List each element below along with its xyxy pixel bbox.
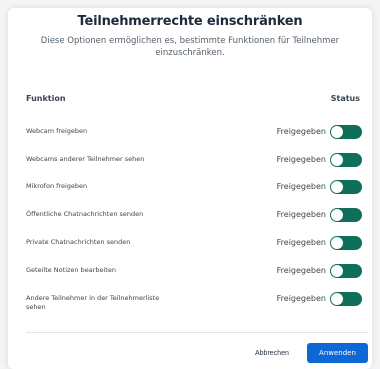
- toggle-knob: [331, 126, 343, 138]
- setting-label: Mikrofon freigeben: [26, 182, 88, 190]
- setting-status: Freigegeben: [276, 155, 326, 164]
- column-header-function: Funktion: [26, 94, 66, 103]
- setting-label: Geteilte Notizen bearbeiten: [26, 266, 116, 274]
- setting-row-microphone: Mikrofon freigeben Freigegeben: [26, 179, 368, 195]
- toggle-switch[interactable]: [330, 180, 362, 194]
- column-header-status: Status: [330, 94, 360, 103]
- cancel-button[interactable]: Abbrechen: [255, 350, 289, 357]
- setting-status: Freigegeben: [276, 238, 326, 247]
- setting-label-line-2: sehen: [26, 303, 46, 311]
- setting-row-webcam: Webcam freigeben Freigegeben: [26, 124, 368, 140]
- setting-row-user-list: Andere Teilnehmer in der Teilnehmerliste…: [26, 291, 368, 315]
- toggle-switch[interactable]: [330, 292, 362, 306]
- description-line-2: einzuschränken.: [155, 47, 225, 58]
- setting-row-see-other-webcams: Webcams anderer Teilnehmer sehen Freigeg…: [26, 152, 368, 168]
- toggle-switch[interactable]: [330, 264, 362, 278]
- dialog-title: Teilnehmerrechte einschränken: [77, 14, 303, 29]
- toggle-switch[interactable]: [330, 236, 362, 250]
- dialog-description: Diese Optionen ermöglichen es, bestimmte…: [32, 36, 348, 59]
- setting-status: Freigegeben: [276, 266, 326, 275]
- toggle-switch[interactable]: [330, 153, 362, 167]
- footer-divider: [26, 332, 368, 333]
- setting-status: Freigegeben: [276, 127, 326, 136]
- setting-status: Freigegeben: [276, 210, 326, 219]
- toggle-switch[interactable]: [330, 208, 362, 222]
- setting-row-private-chat: Private Chatnachrichten senden Freigegeb…: [26, 235, 368, 251]
- setting-label-line-1: Andere Teilnehmer in der Teilnehmerliste: [26, 294, 160, 302]
- setting-label: Webcams anderer Teilnehmer sehen: [26, 155, 145, 163]
- lock-settings-dialog: Teilnehmerrechte einschränken Diese Opti…: [8, 8, 372, 369]
- setting-row-public-chat: Öffentliche Chatnachrichten senden Freig…: [26, 207, 368, 223]
- setting-label: Private Chatnachrichten senden: [26, 238, 131, 246]
- toggle-knob: [331, 265, 343, 277]
- setting-row-shared-notes: Geteilte Notizen bearbeiten Freigegeben: [26, 263, 368, 279]
- description-line-1: Diese Optionen ermöglichen es, bestimmte…: [40, 36, 340, 46]
- setting-label: Webcam freigeben: [26, 127, 88, 135]
- toggle-knob: [331, 181, 343, 193]
- setting-status: Freigegeben: [276, 294, 326, 303]
- toggle-knob: [331, 154, 343, 166]
- apply-button[interactable]: Anwenden: [307, 343, 368, 363]
- toggle-knob: [331, 209, 343, 221]
- toggle-switch[interactable]: [330, 125, 362, 139]
- setting-status: Freigegeben: [276, 182, 326, 191]
- setting-label: Andere Teilnehmer in der Teilnehmerliste…: [26, 294, 196, 312]
- toggle-knob: [331, 293, 343, 305]
- setting-label: Öffentliche Chatnachrichten senden: [26, 210, 144, 218]
- toggle-knob: [331, 237, 343, 249]
